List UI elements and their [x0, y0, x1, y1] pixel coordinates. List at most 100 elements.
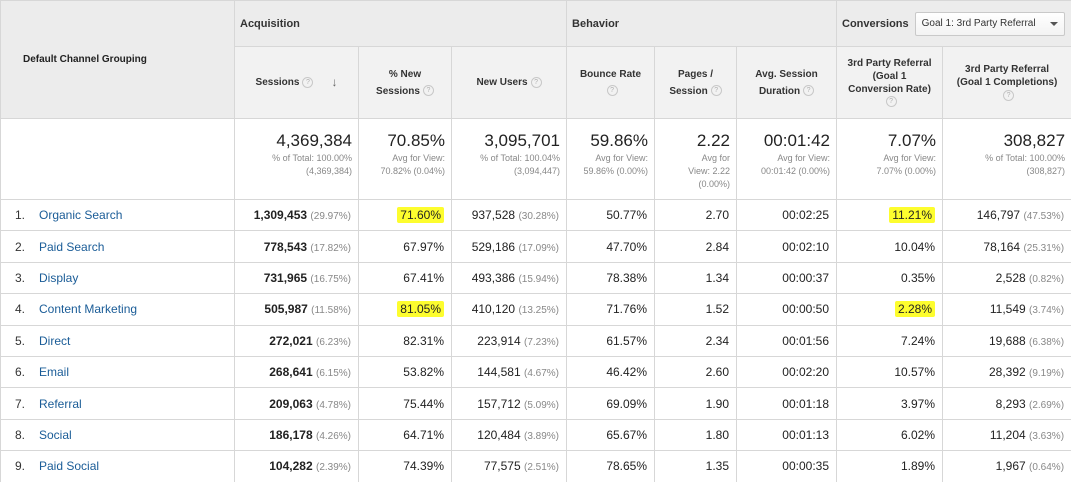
completions-cell: 78,164 (25.31%) [942, 230, 1071, 263]
channel-cell: 3. Display [0, 261, 235, 295]
help-icon[interactable]: ? [803, 85, 815, 97]
conversion-rate-cell: 1.89% [836, 450, 944, 482]
pages-cell: 1.52 [654, 293, 738, 326]
total-conversion-rate: 7.07% Avg for View: 7.07% (0.00%) [836, 118, 944, 200]
column-header-goal-completions[interactable]: 3rd Party Referral (Goal 1 Completions) … [942, 46, 1071, 119]
conversion-rate-cell: 10.57% [836, 355, 944, 389]
duration-cell: 00:01:18 [736, 387, 838, 420]
channel-link[interactable]: Social [39, 428, 72, 442]
completions-cell: 8,293 (2.69%) [942, 387, 1071, 420]
channel-link[interactable]: Organic Search [39, 208, 122, 222]
row-index: 1. [15, 208, 26, 223]
channel-link[interactable]: Content Marketing [39, 302, 137, 316]
conversion-rate-cell: 6.02% [836, 418, 944, 452]
new-sessions-cell: 71.60% [358, 198, 452, 232]
sort-descending-icon[interactable]: ↓ [331, 74, 337, 91]
row-index: 5. [15, 333, 26, 348]
highlighted-value: 11.21% [889, 207, 936, 224]
pages-cell: 2.60 [654, 355, 738, 389]
acquisition-group-header: Acquisition [233, 0, 568, 47]
new-sessions-cell: 82.31% [358, 324, 452, 357]
pages-cell: 1.80 [654, 418, 738, 452]
report-table: Default Channel Grouping Acquisition Beh… [0, 0, 1071, 482]
table-row: 7. Referral 209,063 (4.78%) 75.44% 157,71… [0, 387, 1071, 420]
goal-selector-dropdown[interactable]: Goal 1: 3rd Party Referral [914, 11, 1065, 36]
column-header-new-users[interactable]: New Users? [450, 46, 568, 119]
pages-cell: 2.84 [654, 230, 738, 263]
table-row: 8. Social 186,178 (4.26%) 64.71% 120,484 … [0, 418, 1071, 452]
bounce-rate-cell: 71.76% [566, 293, 656, 326]
new-users-cell: 529,186 (17.09%) [450, 230, 568, 263]
channel-link[interactable]: Paid Social [39, 459, 99, 473]
table-row: 3. Display 731,965 (16.75%) 67.41% 493,38… [0, 261, 1071, 295]
new-users-cell: 77,575 (2.51%) [450, 450, 568, 482]
row-index: 2. [15, 239, 26, 254]
conversion-rate-cell: 10.04% [836, 230, 944, 263]
pages-cell: 1.34 [654, 261, 738, 295]
channel-cell: 4. Content Marketing [0, 293, 235, 326]
sessions-cell: 268,641 (6.15%) [234, 355, 359, 389]
total-new-sessions: 70.85% Avg for View: 70.82% (0.04%) [358, 118, 452, 200]
new-users-cell: 157,712 (5.09%) [450, 387, 568, 420]
channel-link[interactable]: Display [39, 271, 78, 285]
duration-cell: 00:00:37 [736, 261, 838, 295]
conversions-label: Conversions [842, 17, 909, 30]
dimension-header[interactable]: Default Channel Grouping [0, 0, 235, 119]
duration-cell: 00:02:20 [736, 355, 838, 389]
channel-link[interactable]: Direct [39, 334, 70, 348]
help-icon[interactable]: ? [530, 76, 542, 88]
help-icon[interactable]: ? [606, 85, 618, 97]
duration-cell: 00:01:13 [736, 418, 838, 452]
new-sessions-cell: 67.97% [358, 230, 452, 263]
new-users-cell: 937,528 (30.28%) [450, 198, 568, 232]
sessions-cell: 731,965 (16.75%) [234, 261, 359, 295]
completions-cell: 146,797 (47.53%) [942, 198, 1071, 232]
channel-cell: 1. Organic Search [0, 198, 235, 232]
column-header-conversion-rate[interactable]: 3rd Party Referral (Goal 1 Conversion Ra… [836, 46, 944, 119]
highlighted-value: 2.28% [894, 301, 936, 318]
new-sessions-cell: 81.05% [358, 293, 452, 326]
conversion-rate-cell: 7.24% [836, 324, 944, 357]
column-header-bounce-rate[interactable]: Bounce Rate ? [566, 46, 656, 119]
row-index: 9. [15, 459, 26, 474]
new-sessions-cell: 64.71% [358, 418, 452, 452]
help-icon[interactable]: ? [1003, 89, 1015, 101]
highlighted-value: 81.05% [397, 301, 444, 318]
column-header-sessions[interactable]: Sessions? ↓ [234, 46, 359, 119]
pages-cell: 2.70 [654, 198, 738, 232]
new-users-cell: 223,914 (7.23%) [450, 324, 568, 357]
help-icon[interactable]: ? [710, 85, 722, 97]
duration-cell: 00:02:10 [736, 230, 838, 263]
bounce-rate-cell: 46.42% [566, 355, 656, 389]
channel-cell: 2. Paid Search [0, 230, 235, 263]
sessions-cell: 272,021 (6.23%) [234, 324, 359, 357]
conversion-rate-cell: 0.35% [836, 261, 944, 295]
completions-cell: 11,549 (3.74%) [942, 293, 1071, 326]
new-sessions-cell: 67.41% [358, 261, 452, 295]
behavior-group-header: Behavior [566, 0, 838, 47]
channel-cell: 9. Paid Social [0, 450, 235, 482]
channel-link[interactable]: Paid Search [39, 240, 104, 254]
help-icon[interactable]: ? [422, 85, 434, 97]
totals-row: 4,369,384 % of Total: 100.00% (4,369,384… [0, 118, 1071, 200]
new-sessions-cell: 53.82% [358, 355, 452, 389]
sessions-cell: 186,178 (4.26%) [234, 418, 359, 452]
help-icon[interactable]: ? [302, 76, 314, 88]
channel-link[interactable]: Referral [39, 397, 82, 411]
conversions-group-header: Conversions Goal 1: 3rd Party Referral [836, 0, 1071, 47]
channel-cell: 6. Email [0, 355, 235, 389]
new-sessions-cell: 75.44% [358, 387, 452, 420]
duration-cell: 00:02:25 [736, 198, 838, 232]
column-header-new-sessions[interactable]: % New Sessions? [358, 46, 452, 119]
table-row: 9. Paid Social 104,282 (2.39%) 74.39% 77,… [0, 450, 1071, 482]
column-header-pages-per-session[interactable]: Pages / Session? [654, 46, 738, 119]
total-pages-per-session: 2.22 Avg for View: 2.22 (0.00%) [654, 118, 738, 200]
bounce-rate-cell: 47.70% [566, 230, 656, 263]
total-avg-session-duration: 00:01:42 Avg for View: 00:01:42 (0.00%) [736, 118, 838, 200]
sessions-cell: 778,543 (17.82%) [234, 230, 359, 263]
channel-link[interactable]: Email [39, 365, 69, 379]
column-header-avg-session-duration[interactable]: Avg. Session Duration? [736, 46, 838, 119]
help-icon[interactable]: ? [885, 96, 897, 108]
row-index: 6. [15, 365, 26, 380]
table-row: 6. Email 268,641 (6.15%) 53.82% 144,581 (… [0, 355, 1071, 389]
